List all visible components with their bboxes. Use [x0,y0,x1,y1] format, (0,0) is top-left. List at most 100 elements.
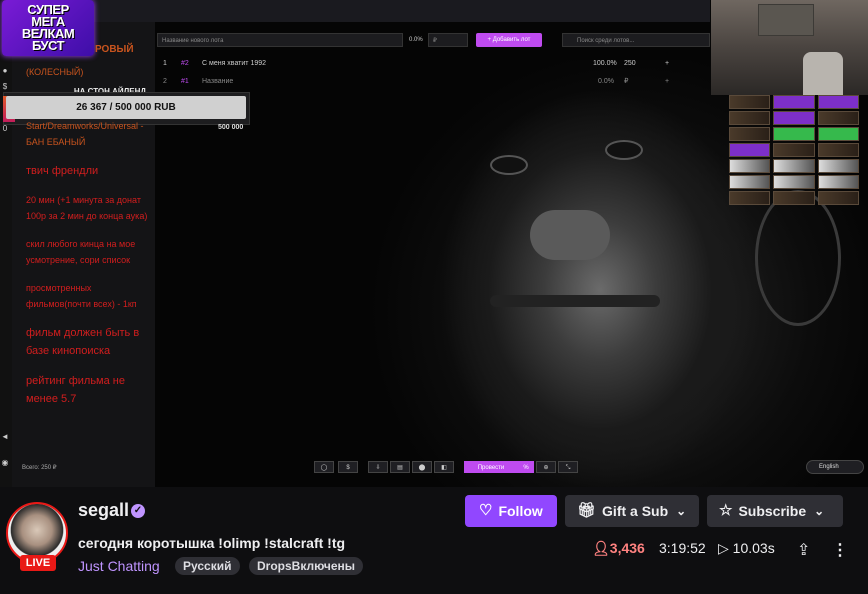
alert-cell [729,111,771,125]
crosshair-icon[interactable]: ⊕ [536,461,556,473]
rule-item: скил любого кинца на мое усмотрение, сор… [26,239,136,265]
save-icon[interactable]: ▤ [390,461,410,473]
play-icon: ▷ [718,540,733,556]
verified-badge-icon: ✓ [131,504,145,518]
tag-drops-enabled[interactable]: DropsВключены [249,557,364,575]
rule-item: Start/Dreamworks/Universal - БАН ЕБАНЫЙ [26,121,144,147]
overlay-top-bar [0,0,710,22]
alert-cell [817,191,859,205]
alert-cell [773,95,815,109]
ape-left-eye [490,155,528,175]
rule-item: просмотренных фильмов(почти всех) - 1кп [26,283,137,309]
record-icon[interactable]: ⬤ [412,461,432,473]
streamer-webcam [711,0,868,95]
rule-item: фильм должен быть в базе кинопоиска [26,327,140,357]
gift-sub-button[interactable]: 🎁︎ Gift a Sub ⌄ [565,495,699,527]
alert-cell [729,127,771,141]
download-icon[interactable]: ⇩ [368,461,388,473]
rule-item: рейтинг фильма не менее 5.7 [26,375,125,405]
channel-name[interactable]: segall [78,500,129,521]
layout-icon[interactable]: ◧ [434,461,454,473]
resize-icon[interactable]: ⤡ [558,461,578,473]
alert-row [729,95,859,109]
new-lot-input[interactable]: Название нового лота [157,33,403,47]
gift-label: Gift a Sub [602,503,669,519]
language-select[interactable]: English [806,460,864,474]
chevron-down-icon: ⌄ [814,504,825,518]
ape-right-eye [605,140,643,160]
share-icon[interactable]: ⇪ [797,540,810,560]
star-icon: ☆ [719,502,733,519]
alert-row [729,191,859,205]
follow-button[interactable]: ♡ Follow [465,495,557,527]
delay-value: 10.03s [732,540,775,556]
lot-search-input[interactable]: Поиск среди лотов... [562,33,710,47]
ape-nose [530,210,610,260]
alert-cell [773,111,815,125]
alert-row [729,175,859,189]
alert-cell [773,127,815,141]
stream-category-link[interactable]: Just Chatting [78,558,160,574]
lot-id: #1 [181,78,189,85]
overlay-side-strip: ● $ 0 ◄ ◉ [0,0,12,487]
viewer-count: 👤︎3,436 [592,540,645,557]
tag-russian[interactable]: Русский [175,557,240,575]
live-badge: LIVE [20,555,56,571]
follow-label: Follow [498,503,543,519]
alert-row [729,159,859,173]
lot-amount: 250 [624,60,636,67]
lot-percent: 100.0% [593,60,617,67]
alert-row [729,127,859,141]
dollar-icon[interactable]: $ [338,461,358,473]
more-options-icon[interactable]: ⋮ [832,540,848,560]
alert-cell [773,143,815,157]
lot-number: 1 [163,60,167,67]
webcam-chair [803,52,843,95]
alert-cell [729,175,771,189]
alert-cell [729,159,771,173]
lot-amount-input[interactable]: ₽ [428,33,468,47]
rules-text: Start/Dreamworks/Universal - БАН ЕБАНЫЙ … [26,118,154,420]
lot-amount: ₽ [624,78,629,85]
auction-toolbar: ◯ $ ⇩ ▤ ⬤ ◧ Провести % ⊕ ⤡ [314,461,580,473]
video-player[interactable]: ● $ 0 ◄ ◉ СУПЕР МЕГА ВЕЛКАМ БУСТ РОВЫЙ (… [0,0,868,487]
lot-name: С меня хватит 1992 [202,60,267,67]
wheel-label: (КОЛЕСНЫЙ) [26,67,84,77]
lot-add-icon[interactable]: + [665,56,669,72]
run-button[interactable]: Провести [464,461,518,473]
strip-icon: $ [2,82,8,91]
gift-icon: 🎁︎ [577,502,597,519]
webcam-tv [758,4,814,36]
auction-sum: Всего: 250 ₽ [22,465,57,471]
stream-uptime: 3:19:52 [659,540,706,556]
alert-cell [817,143,859,157]
rule-item: твич френдли [26,165,99,177]
strip-icon: ◉ [1,458,9,467]
rule-item: 20 мин (+1 минута за донат 100р за 2 мин… [26,195,148,221]
alert-cell [773,191,815,205]
subscribe-label: Subscribe [738,503,807,519]
lot-add-icon[interactable]: + [665,74,669,90]
lot-name: Название [202,78,234,85]
auction-total: 500 000 [218,124,244,131]
alert-cell [817,111,859,125]
heart-icon: ♡ [479,502,493,519]
percent-icon[interactable]: % [518,461,534,473]
donation-alerts-widget [729,95,859,215]
alert-cell [729,143,771,157]
add-lot-button[interactable]: + Добавить лот [476,33,542,47]
lot-percent-field[interactable]: 0.0% [405,33,425,47]
subscribe-button[interactable]: ☆ Subscribe ⌄ [707,495,843,527]
alert-cell [817,95,859,109]
stream-title: сегодня коротышка !olimp !stalcraft !tg [78,535,346,551]
strip-icon: ◄ [1,432,9,441]
alert-row [729,111,859,125]
ape-mouth [490,295,660,307]
alert-row [729,143,859,157]
github-icon[interactable]: ◯ [314,461,334,473]
lot-row[interactable]: 1 #2 С меня хватит 1992 100.0% 250 + [155,56,710,72]
alert-cell [773,159,815,173]
lot-percent: 0.0% [598,78,614,85]
chevron-down-icon: ⌄ [676,504,687,518]
lot-row[interactable]: 2 #1 Название 0.0% ₽ + [155,74,710,90]
